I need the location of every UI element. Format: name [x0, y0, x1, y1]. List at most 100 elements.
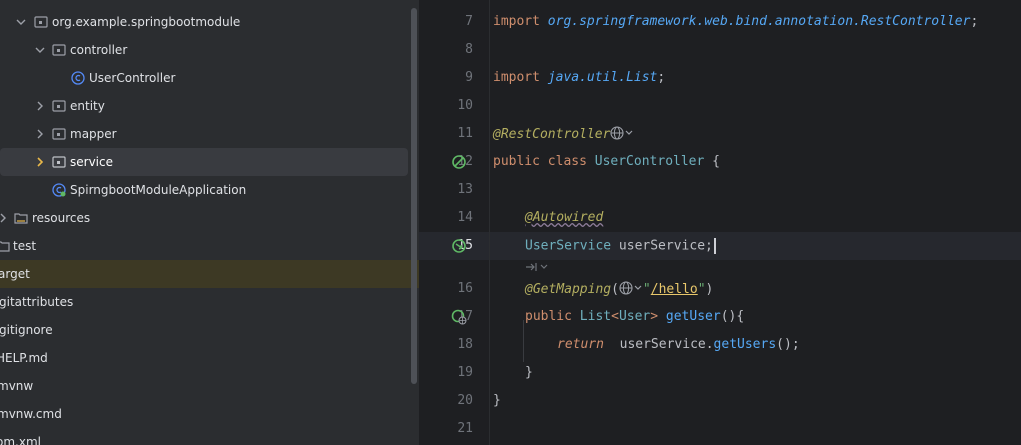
spring-injection-gutter-icon[interactable]	[451, 238, 467, 254]
import-path: org.springframework.web.bind.annotation.…	[547, 14, 971, 29]
class-name: UserController	[594, 154, 705, 169]
code-text: import org.springframework.web.bind.anno…	[493, 14, 978, 29]
chevron-down-icon[interactable]	[624, 128, 634, 138]
code-line[interactable]: 21	[419, 415, 1021, 443]
tree-item-controller[interactable]: controller	[0, 36, 419, 64]
type-name: UserService	[525, 238, 612, 254]
code-line[interactable]: 13	[419, 176, 1021, 204]
code-line[interactable]: 19 }	[419, 359, 1021, 387]
tree-item-label: test	[13, 239, 37, 253]
keyword-import: import	[493, 14, 540, 29]
tree-item-label: entity	[70, 99, 105, 113]
gutter-separator	[489, 0, 490, 445]
tree-item-label: org.example.springbootmodule	[52, 15, 241, 29]
tree-item-gitattributes[interactable]: gitattributes	[0, 288, 419, 316]
url-path-link[interactable]: /hello	[651, 282, 698, 297]
line-number: 21	[457, 421, 473, 436]
endpoint-gutter-icon[interactable]	[451, 309, 467, 325]
chevron-right-icon[interactable]	[35, 129, 45, 139]
chevron-down-icon[interactable]	[16, 17, 26, 27]
tree-scrollbar[interactable]	[411, 8, 417, 384]
code-line[interactable]: 20 }	[419, 387, 1021, 415]
tree-item-pom-xml[interactable]: om.xml	[0, 428, 419, 445]
line-number: 16	[457, 281, 473, 296]
spring-bean-gutter-icon[interactable]	[451, 154, 467, 170]
field-name: userService	[618, 238, 706, 254]
truncated-line: ‾‾‾‾‾‾‾‾‾‾‾‾‾‾‾‾‾‾‾‾‾‾‾‾‾‾‾‾‾‾‾‾‾‾‾‾‾‾‾‾…	[493, 0, 884, 5]
tree-item-package-root[interactable]: org.example.springbootmodule	[0, 8, 419, 36]
code-text: @GetMapping("/hello")	[525, 281, 713, 297]
open-brace: {	[712, 154, 720, 169]
code-text: @Autowired	[525, 210, 603, 225]
resources-folder-icon	[14, 213, 28, 224]
line-number: 19	[457, 365, 473, 380]
keyword-public-class: public class	[493, 154, 587, 169]
tree-item-label: HELP.md	[0, 351, 48, 365]
generic-type: User	[618, 309, 651, 324]
chevron-right-icon[interactable]	[35, 157, 45, 167]
method-signature-rest: (){	[720, 309, 745, 324]
method-call: getUsers	[713, 337, 777, 352]
tree-item-label: SpirngbootModuleApplication	[70, 183, 247, 197]
chevron-down-icon[interactable]	[633, 283, 643, 293]
tree-item-label: mvnw.cmd	[0, 407, 62, 421]
web-globe-icon[interactable]	[610, 126, 624, 140]
inlay-hint-icon[interactable]	[525, 261, 549, 273]
spring-app-icon	[52, 183, 66, 197]
code-line[interactable]: 16 @GetMapping("/hello")	[419, 275, 1021, 303]
paren-open: (	[611, 282, 619, 297]
tree-item-service[interactable]: service	[0, 148, 408, 176]
tree-item-label: gitattributes	[0, 295, 74, 309]
semicolon: ;	[970, 14, 979, 29]
code-line[interactable]: 17 public List<User> getUser(){	[419, 303, 1021, 331]
tree-item-mvnw[interactable]: mvnw	[0, 372, 419, 400]
tree-item-usercontroller[interactable]: UserController	[0, 64, 419, 92]
chevron-right-icon[interactable]	[0, 213, 8, 223]
tree-item-help-md[interactable]: HELP.md	[0, 344, 419, 372]
tree-item-resources[interactable]: resources	[0, 204, 419, 232]
tree-item-application[interactable]: SpirngbootModuleApplication	[0, 176, 419, 204]
keyword-public: public	[525, 309, 572, 324]
tree-item-gitignore[interactable]: gitignore	[0, 316, 419, 344]
paren-close: )	[705, 282, 714, 297]
code-line[interactable]: 10	[419, 92, 1021, 120]
return-type: List	[579, 309, 612, 324]
chevron-down-icon[interactable]	[35, 45, 45, 55]
semicolon: ;	[705, 238, 713, 254]
tree-item-mapper[interactable]: mapper	[0, 120, 419, 148]
code-text: public List<User> getUser(){	[525, 309, 744, 324]
tree-item-target[interactable]: arget	[0, 260, 419, 288]
tree-item-label: arget	[0, 267, 30, 281]
code-line[interactable]: 18 return userService.getUsers();	[419, 331, 1021, 359]
code-line[interactable]: 14 @Autowired	[419, 204, 1021, 232]
code-line[interactable]: 11 @RestController	[419, 120, 1021, 148]
tree-item-entity[interactable]: entity	[0, 92, 419, 120]
code-line-current[interactable]: 15 UserService userService;	[419, 232, 1021, 260]
line-number: 20	[457, 393, 473, 408]
web-globe-icon[interactable]	[619, 281, 633, 295]
code-line[interactable]: 9 import java.util.List;	[419, 64, 1021, 92]
package-folder-icon	[52, 44, 66, 56]
code-line[interactable]: 7 import org.springframework.web.bind.an…	[419, 8, 1021, 36]
keyword-import: import	[493, 70, 540, 85]
chevron-right-icon[interactable]	[35, 101, 45, 111]
tree-item-label: mvnw	[0, 379, 34, 393]
code-editor[interactable]: ‾‾‾‾‾‾‾‾‾‾‾‾‾‾‾‾‾‾‾‾‾‾‾‾‾‾‾‾‾‾‾‾‾‾‾‾‾‾‾‾…	[419, 0, 1021, 445]
string-quote: "	[697, 282, 706, 297]
method-name: getUser	[665, 309, 721, 324]
code-line[interactable]: 8	[419, 36, 1021, 64]
tree-item-mvnw-cmd[interactable]: mvnw.cmd	[0, 400, 419, 428]
tree-item-label: gitignore	[0, 323, 53, 337]
close-brace: }	[493, 393, 501, 408]
code-text: UserService userService;	[525, 238, 716, 254]
package-folder-icon	[52, 156, 66, 168]
annotation-restcontroller: @RestController	[493, 127, 611, 142]
annotation-getmapping: @GetMapping	[525, 282, 612, 297]
line-number: 18	[457, 337, 473, 352]
import-path: java.util.List	[547, 70, 658, 85]
code-text: import java.util.List;	[493, 70, 665, 85]
code-line[interactable]: 12 public class UserController {	[419, 148, 1021, 176]
tree-item-test[interactable]: test	[0, 232, 419, 260]
tree-item-label: service	[70, 155, 113, 169]
package-folder-icon	[52, 100, 66, 112]
